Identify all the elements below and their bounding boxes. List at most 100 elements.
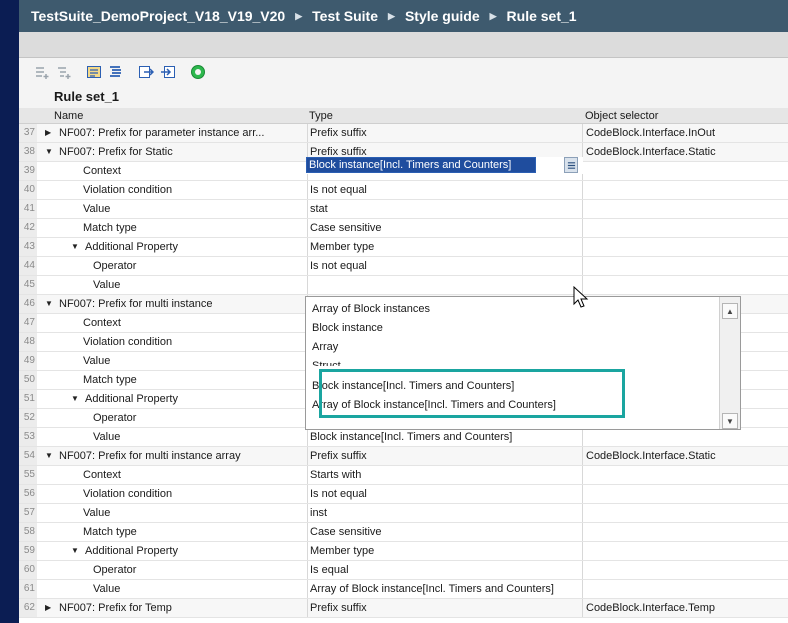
table-row[interactable]: 62 ▶ NF007: Prefix for Temp Prefix suffix Co…: [19, 599, 788, 618]
name-cell[interactable]: ▼ NF007: Prefix for Static: [41, 143, 305, 161]
expand-all-icon[interactable]: [85, 63, 103, 81]
table-row[interactable]: 43 ▼ Additional Property Member type: [19, 238, 788, 257]
run-icon[interactable]: [189, 63, 207, 81]
collapse-arrow-icon[interactable]: ▼: [71, 542, 81, 560]
dropdown-scrollbar[interactable]: ▲ ▼: [719, 297, 740, 429]
name-cell[interactable]: Context: [41, 466, 305, 484]
dropdown-option[interactable]: Block instance: [312, 319, 383, 337]
type-cell[interactable]: Member type: [307, 542, 577, 560]
column-header-name[interactable]: Name: [54, 108, 83, 124]
type-cell[interactable]: stat: [307, 200, 577, 218]
import-icon[interactable]: [137, 63, 155, 81]
expand-arrow-icon[interactable]: ▶: [45, 124, 55, 142]
table-row[interactable]: 40 Violation condition Is not equal: [19, 181, 788, 200]
name-cell[interactable]: ▼ Additional Property: [41, 390, 305, 408]
column-header-object-selector[interactable]: Object selector: [585, 108, 658, 124]
name-cell[interactable]: Match type: [41, 523, 305, 541]
name-cell[interactable]: Violation condition: [41, 485, 305, 503]
name-cell[interactable]: Value: [41, 200, 305, 218]
table-row[interactable]: 60 Operator Is equal: [19, 561, 788, 580]
collapse-arrow-icon[interactable]: ▼: [45, 143, 55, 161]
object-selector-cell[interactable]: [582, 200, 788, 218]
name-cell[interactable]: ▼ NF007: Prefix for multi instance array: [41, 447, 305, 465]
dropdown-option[interactable]: Array of Block instances: [312, 300, 430, 318]
table-row[interactable]: 57 Value inst: [19, 504, 788, 523]
type-cell[interactable]: Prefix suffix: [307, 599, 577, 617]
table-row[interactable]: 53 Value Block instance[Incl. Timers and C…: [19, 428, 788, 447]
collapse-arrow-icon[interactable]: ▼: [45, 295, 55, 313]
name-cell[interactable]: Operator: [41, 257, 305, 275]
object-selector-cell[interactable]: [582, 580, 788, 598]
object-selector-cell[interactable]: [582, 219, 788, 237]
object-selector-cell[interactable]: CodeBlock.Interface.Static: [582, 143, 788, 161]
dropdown-option[interactable]: Struct: [312, 357, 341, 366]
type-cell[interactable]: [307, 276, 577, 294]
object-selector-cell[interactable]: [582, 276, 788, 294]
type-cell[interactable]: Prefix suffix: [307, 447, 577, 465]
object-selector-cell[interactable]: CodeBlock.Interface.InOut: [582, 124, 788, 142]
name-cell[interactable]: Violation condition: [41, 333, 305, 351]
table-row[interactable]: 41 Value stat: [19, 200, 788, 219]
type-cell[interactable]: Is not equal: [307, 181, 577, 199]
collapse-all-icon[interactable]: [107, 63, 125, 81]
object-selector-cell[interactable]: CodeBlock.Interface.Static: [582, 447, 788, 465]
add-rule-icon[interactable]: [33, 63, 51, 81]
table-row[interactable]: 58 Match type Case sensitive: [19, 523, 788, 542]
type-cell[interactable]: inst: [307, 504, 577, 522]
table-row[interactable]: 42 Match type Case sensitive: [19, 219, 788, 238]
type-cell[interactable]: Case sensitive: [307, 523, 577, 541]
table-row[interactable]: 44 Operator Is not equal: [19, 257, 788, 276]
name-cell[interactable]: Value: [41, 352, 305, 370]
table-row[interactable]: 61 Value Array of Block instance[Incl. Tim…: [19, 580, 788, 599]
collapse-arrow-icon[interactable]: ▼: [45, 447, 55, 465]
type-cell[interactable]: Member type: [307, 238, 577, 256]
value-editor[interactable]: Block instance[Incl. Timers and Counters…: [306, 157, 583, 174]
name-cell[interactable]: ▼ NF007: Prefix for multi instance: [41, 295, 305, 313]
name-cell[interactable]: Violation condition: [41, 181, 305, 199]
type-cell[interactable]: Array of Block instance[Incl. Timers and…: [307, 580, 577, 598]
table-row[interactable]: 55 Context Starts with: [19, 466, 788, 485]
type-cell[interactable]: Is equal: [307, 561, 577, 579]
expand-arrow-icon[interactable]: ▶: [45, 599, 55, 617]
object-selector-cell[interactable]: [582, 428, 788, 446]
type-cell[interactable]: Starts with: [307, 466, 577, 484]
name-cell[interactable]: Value: [41, 580, 305, 598]
dropdown-list-icon[interactable]: [564, 157, 578, 173]
export-icon[interactable]: [159, 63, 177, 81]
name-cell[interactable]: Value: [41, 276, 305, 294]
object-selector-cell[interactable]: CodeBlock.Interface.Temp: [582, 599, 788, 617]
dropdown-option[interactable]: Array: [312, 338, 338, 356]
breadcrumb-test-suite[interactable]: Test Suite: [312, 8, 378, 24]
name-cell[interactable]: ▼ Additional Property: [41, 542, 305, 560]
breadcrumb-style-guide[interactable]: Style guide: [405, 8, 480, 24]
object-selector-cell[interactable]: [582, 523, 788, 541]
breadcrumb-project[interactable]: TestSuite_DemoProject_V18_V19_V20: [31, 8, 285, 24]
collapse-arrow-icon[interactable]: ▼: [71, 390, 81, 408]
add-subrule-icon[interactable]: [55, 63, 73, 81]
type-cell[interactable]: Is not equal: [307, 485, 577, 503]
name-cell[interactable]: Context: [41, 314, 305, 332]
scroll-down-icon[interactable]: ▼: [722, 413, 738, 429]
column-header-type[interactable]: Type: [309, 108, 333, 124]
value-combobox[interactable]: Block instance[Incl. Timers and Counters…: [306, 157, 536, 173]
object-selector-cell[interactable]: [582, 504, 788, 522]
object-selector-cell[interactable]: [582, 257, 788, 275]
table-row[interactable]: 54 ▼ NF007: Prefix for multi instance arra…: [19, 447, 788, 466]
table-row[interactable]: 59 ▼ Additional Property Member type: [19, 542, 788, 561]
name-cell[interactable]: Operator: [41, 561, 305, 579]
object-selector-cell[interactable]: [582, 561, 788, 579]
type-cell[interactable]: Case sensitive: [307, 219, 577, 237]
object-selector-cell[interactable]: [582, 162, 788, 180]
name-cell[interactable]: ▶ NF007: Prefix for Temp: [41, 599, 305, 617]
scroll-up-icon[interactable]: ▲: [722, 303, 738, 319]
breadcrumb-rule-set[interactable]: Rule set_1: [507, 8, 577, 24]
table-row[interactable]: 37 ▶ NF007: Prefix for parameter instance …: [19, 124, 788, 143]
name-cell[interactable]: Operator: [41, 409, 305, 427]
name-cell[interactable]: Value: [41, 428, 305, 446]
name-cell[interactable]: ▼ Additional Property: [41, 238, 305, 256]
type-cell[interactable]: Is not equal: [307, 257, 577, 275]
name-cell[interactable]: Match type: [41, 371, 305, 389]
type-cell[interactable]: Block instance[Incl. Timers and Counters…: [307, 428, 577, 446]
type-cell[interactable]: Prefix suffix: [307, 124, 577, 142]
name-cell[interactable]: Value: [41, 504, 305, 522]
